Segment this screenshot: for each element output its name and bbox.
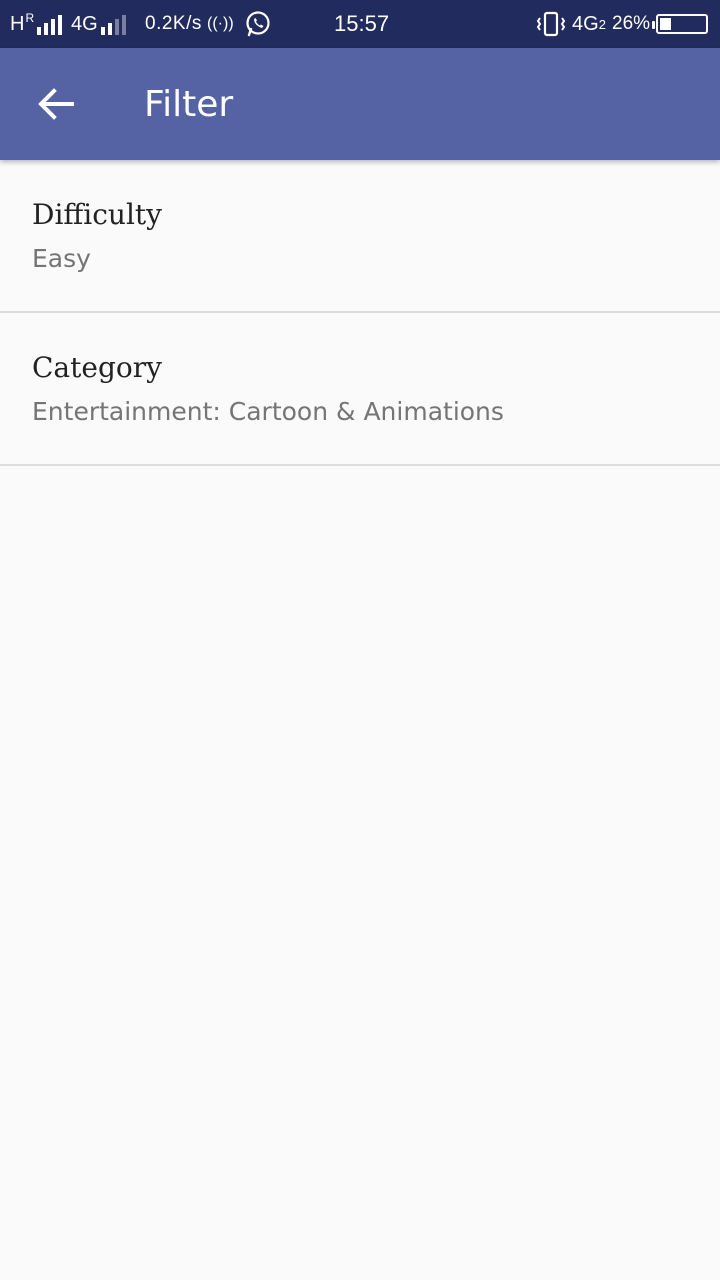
sim-number: 2 <box>598 16 606 32</box>
vibrate-icon <box>536 0 566 48</box>
filter-item-category[interactable]: Category Entertainment: Cartoon & Animat… <box>0 313 720 466</box>
battery-percent: 26% <box>612 13 651 34</box>
battery-level <box>660 18 671 30</box>
sim2-signal: 4G <box>71 0 126 48</box>
back-button[interactable] <box>24 72 88 136</box>
data-network-type: 4G <box>572 12 599 35</box>
signal-icon <box>100 13 126 35</box>
sim1-signal: H R <box>10 0 63 48</box>
app-bar: Filter <box>0 48 720 160</box>
network-speed: 0.2K/s <box>145 13 202 34</box>
clock: 15:57 <box>334 11 390 36</box>
sim2-data-indicator: 4G 2 <box>572 0 606 48</box>
filter-title: Difficulty <box>32 198 162 231</box>
hotspot-icon: ((·)) <box>207 15 234 32</box>
arrow-back-icon <box>38 88 74 120</box>
filter-title: Category <box>32 351 162 384</box>
page-title: Filter <box>144 83 234 125</box>
filter-item-difficulty[interactable]: Difficulty Easy <box>0 160 720 313</box>
sim1-network-type: H <box>10 12 25 35</box>
roaming-indicator: R <box>25 11 35 25</box>
battery-icon <box>652 0 708 48</box>
status-bar: H R 4G 0.2K/s ((·)) 15:57 4G 2 26% <box>0 0 720 48</box>
filter-value: Entertainment: Cartoon & Animations <box>32 397 504 426</box>
signal-icon <box>37 13 63 35</box>
filter-value: Easy <box>32 244 91 273</box>
filter-list: Difficulty Easy Category Entertainment: … <box>0 160 720 466</box>
sim2-network-type: 4G <box>71 12 98 35</box>
whatsapp-icon <box>244 0 272 48</box>
